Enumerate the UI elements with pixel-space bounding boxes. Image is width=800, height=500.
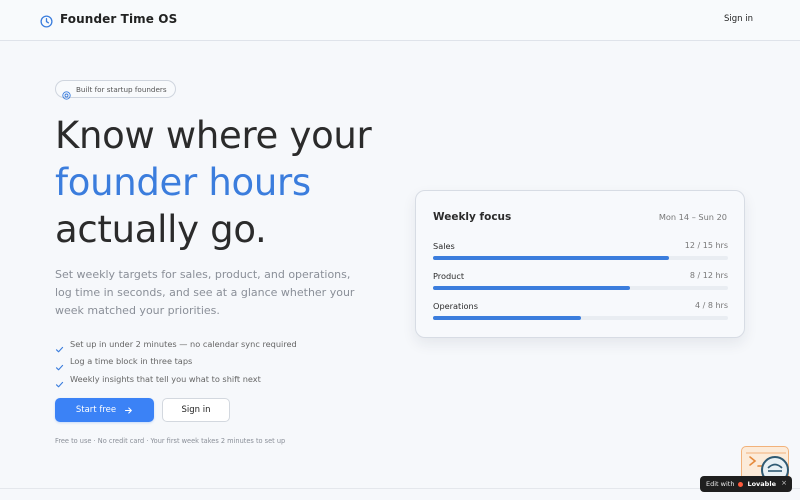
focus-row-operations: Operations 4 / 8 hrs [433, 301, 728, 331]
edit-with-brand: Lovable [747, 480, 776, 488]
headline-line-2-accent: founder hours [55, 161, 311, 204]
at-sign-icon [62, 85, 71, 100]
progress-fill [433, 316, 581, 320]
feature-item: Weekly insights that tell you what to sh… [55, 370, 375, 388]
feature-item: Log a time block in three taps [55, 353, 375, 371]
feature-text: Log a time block in three taps [70, 356, 193, 367]
brand[interactable]: Founder Time OS [40, 12, 178, 28]
arrow-right-icon [124, 406, 133, 415]
feature-text: Weekly insights that tell you what to sh… [70, 373, 261, 384]
feature-text: Set up in under 2 minutes — no calendar … [70, 338, 297, 349]
close-icon[interactable]: × [781, 479, 787, 487]
edit-with-text: Edit with [706, 480, 735, 488]
progress-fill [433, 256, 669, 260]
check-icon [55, 339, 64, 353]
progress-track [433, 316, 728, 320]
page-divider [0, 488, 800, 489]
check-icon [55, 357, 64, 371]
row-label: Sales [433, 241, 455, 251]
headline-line-1: Know where your [55, 114, 372, 157]
header-sign-in-link[interactable]: Sign in [724, 14, 753, 24]
row-value: 12 / 15 hrs [684, 241, 728, 250]
headline-line-3: actually go. [55, 208, 267, 251]
audience-badge: Built for startup founders [55, 80, 176, 100]
sign-in-button[interactable]: Sign in [162, 398, 230, 422]
row-value: 8 / 12 hrs [689, 271, 728, 280]
lovable-heart-icon [738, 481, 744, 487]
weekly-focus-card: Weekly focus Mon 14 – Sun 20 Sales 12 / … [415, 190, 745, 338]
focus-row-product: Product 8 / 12 hrs [433, 271, 728, 301]
row-label: Product [433, 271, 465, 281]
card-title: Weekly focus [433, 211, 512, 223]
hero-footnote: Free to use · No credit card · Your firs… [55, 437, 286, 445]
feature-item: Set up in under 2 minutes — no calendar … [55, 335, 375, 353]
row-label: Operations [433, 301, 479, 311]
start-free-button[interactable]: Start free [55, 398, 154, 422]
hero-headline: Know where your founder hours actually g… [55, 112, 415, 253]
row-value: 4 / 8 hrs [694, 301, 728, 310]
focus-row-sales: Sales 12 / 15 hrs [433, 241, 728, 271]
progress-track [433, 256, 728, 260]
start-free-label: Start free [75, 405, 117, 415]
hero-subtext: Set weekly targets for sales, product, a… [55, 268, 355, 317]
edit-with-lovable-button[interactable]: Edit with Lovable × [700, 476, 792, 492]
badge-text: Built for startup founders [76, 84, 167, 94]
progress-track [433, 286, 728, 290]
check-icon [55, 374, 64, 388]
card-date-range: Mon 14 – Sun 20 [658, 212, 727, 222]
top-header: Founder Time OS Sign in [0, 0, 800, 41]
progress-fill [433, 286, 630, 290]
feature-checklist: Set up in under 2 minutes — no calendar … [55, 335, 375, 388]
brand-name: Founder Time OS [60, 12, 178, 26]
clock-icon [40, 13, 53, 28]
